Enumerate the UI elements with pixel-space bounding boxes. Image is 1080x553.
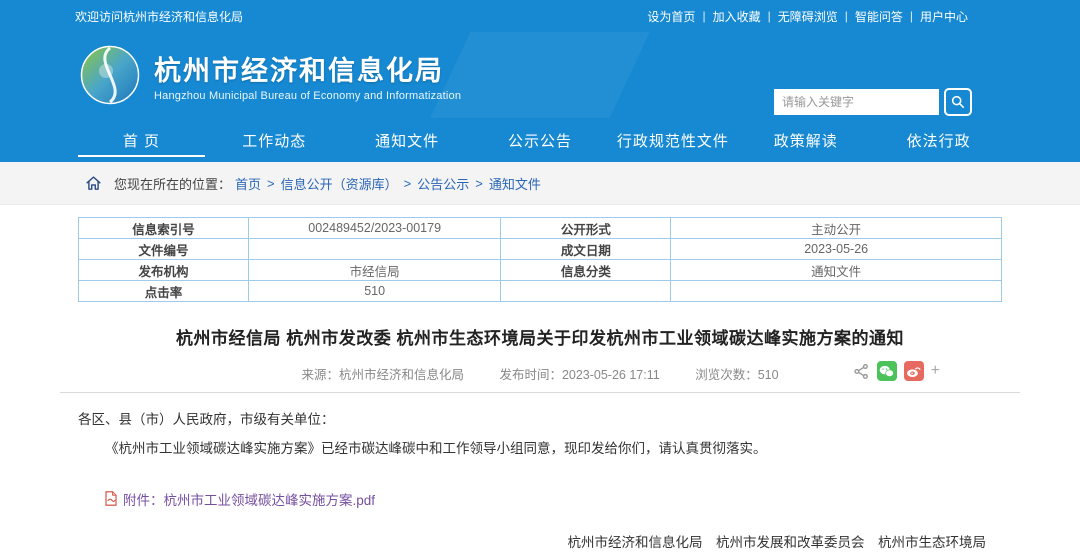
info-value: 市经信局 — [248, 260, 501, 281]
content: 信息索引号 002489452/2023-00179 公开形式 主动公开 文件编… — [0, 205, 1080, 553]
masthead: 杭州市经济和信息化局 Hangzhou Municipal Bureau of … — [0, 32, 1080, 118]
info-label: 文件编号 — [79, 239, 249, 260]
info-value — [671, 281, 1002, 302]
welcome-text: 欢迎访问杭州市经济和信息化局 — [75, 8, 243, 25]
breadcrumb-separator: > — [267, 176, 275, 191]
breadcrumb: 您现在所在的位置： 首页 > 信息公开（资源库） > 公告公示 > 通知文件 — [0, 162, 1080, 205]
document-info-table: 信息索引号 002489452/2023-00179 公开形式 主动公开 文件编… — [78, 217, 1002, 302]
wechat-share-icon[interactable] — [877, 361, 897, 381]
info-label: 点击率 — [79, 281, 249, 302]
search-icon — [950, 94, 966, 110]
article-views: 浏览次数：510 — [695, 368, 778, 382]
main-nav: 首 页 工作动态 通知文件 公示公告 行政规范性文件 政策解读 依法行政 — [0, 118, 1080, 162]
body-paragraph: 各区、县（市）人民政府，市级有关单位： — [78, 409, 1002, 432]
attachment-row: 附件：杭州市工业领域碳达峰实施方案.pdf — [104, 489, 1002, 509]
nav-item-notice-docs[interactable]: 通知文件 — [341, 118, 474, 162]
brand[interactable]: 杭州市经济和信息化局 Hangzhou Municipal Bureau of … — [80, 45, 461, 105]
body-paragraph: 《杭州市工业领域碳达峰实施方案》已经市碳达峰碳中和工作领导小组同意，现印发给你们… — [78, 438, 1002, 461]
topbar-link-smart-qa[interactable]: 智能问答 — [855, 8, 903, 25]
topbar-divider: | — [910, 9, 913, 23]
info-value: 通知文件 — [671, 260, 1002, 281]
info-label: 成文日期 — [501, 239, 671, 260]
breadcrumb-link-home[interactable]: 首页 — [235, 174, 261, 193]
page: 欢迎访问杭州市经济和信息化局 设为首页 | 加入收藏 | 无障碍浏览 | 智能问… — [0, 0, 1080, 553]
table-row: 点击率 510 — [79, 281, 1002, 302]
info-value: 002489452/2023-00179 — [248, 218, 501, 239]
topbar-link-accessibility[interactable]: 无障碍浏览 — [778, 8, 838, 25]
share-icon[interactable] — [853, 363, 870, 380]
topbar-link-user-center[interactable]: 用户中心 — [920, 8, 968, 25]
pdf-icon — [104, 491, 118, 506]
table-row: 文件编号 成文日期 2023-05-26 — [79, 239, 1002, 260]
nav-item-regulatory-docs[interactable]: 行政规范性文件 — [606, 118, 739, 162]
breadcrumb-link-info-disclosure[interactable]: 信息公开（资源库） — [281, 174, 398, 193]
topbar-link-add-favorite[interactable]: 加入收藏 — [713, 8, 761, 25]
topbar-links: 设为首页 | 加入收藏 | 无障碍浏览 | 智能问答 | 用户中心 — [647, 8, 968, 25]
nav-item-policy-interpretation[interactable]: 政策解读 — [739, 118, 872, 162]
info-value: 主动公开 — [671, 218, 1002, 239]
article-source: 来源：杭州市经济和信息化局 — [301, 368, 464, 382]
article-body: 各区、县（市）人民政府，市级有关单位： 《杭州市工业领域碳达峰实施方案》已经市碳… — [78, 409, 1002, 461]
info-value — [248, 239, 501, 260]
topbar-divider: | — [702, 9, 705, 23]
table-row: 发布机构 市经信局 信息分类 通知文件 — [79, 260, 1002, 281]
info-label — [501, 281, 671, 302]
breadcrumb-link-announcements[interactable]: 公告公示 — [417, 174, 469, 193]
meta-divider — [60, 392, 1020, 393]
nav-item-public-announcements[interactable]: 公示公告 — [474, 118, 607, 162]
search-button[interactable] — [944, 88, 972, 116]
info-value: 510 — [248, 281, 501, 302]
brand-text: 杭州市经济和信息化局 Hangzhou Municipal Bureau of … — [154, 49, 461, 102]
article-meta: 来源：杭州市经济和信息化局 发布时间：2023-05-26 17:11 浏览次数… — [78, 364, 1002, 383]
attachment-link[interactable]: 附件：杭州市工业领域碳达峰实施方案.pdf — [123, 489, 375, 509]
breadcrumb-prefix: 您现在所在的位置： — [114, 174, 231, 193]
breadcrumb-separator: > — [404, 176, 412, 191]
info-label: 发布机构 — [79, 260, 249, 281]
topbar-divider: | — [845, 9, 848, 23]
table-row: 信息索引号 002489452/2023-00179 公开形式 主动公开 — [79, 218, 1002, 239]
site-name-english: Hangzhou Municipal Bureau of Economy and… — [154, 90, 461, 102]
nav-item-law-administration[interactable]: 依法行政 — [872, 118, 1005, 162]
breadcrumb-separator: > — [475, 176, 483, 191]
nav-item-home[interactable]: 首 页 — [75, 118, 208, 162]
site-search — [774, 88, 972, 116]
share-toolbar: + — [853, 361, 940, 381]
nav-item-work-news[interactable]: 工作动态 — [208, 118, 341, 162]
info-label: 信息索引号 — [79, 218, 249, 239]
article-publish-time: 发布时间：2023-05-26 17:11 — [499, 368, 659, 382]
breadcrumb-link-notice-docs[interactable]: 通知文件 — [489, 174, 541, 193]
home-icon — [85, 175, 102, 192]
bureau-logo-icon — [80, 45, 140, 105]
issuing-agencies: 杭州市经济和信息化局 杭州市发展和改革委员会 杭州市生态环境局 — [78, 531, 1002, 551]
info-label: 信息分类 — [501, 260, 671, 281]
info-label: 公开形式 — [501, 218, 671, 239]
weibo-share-icon[interactable] — [904, 361, 924, 381]
info-value: 2023-05-26 — [671, 239, 1002, 260]
search-input[interactable] — [774, 89, 939, 115]
share-more-button[interactable]: + — [931, 362, 940, 380]
topbar-link-set-homepage[interactable]: 设为首页 — [647, 8, 695, 25]
site-name: 杭州市经济和信息化局 — [154, 49, 461, 88]
topbar: 欢迎访问杭州市经济和信息化局 设为首页 | 加入收藏 | 无障碍浏览 | 智能问… — [0, 0, 1080, 32]
article-title: 杭州市经信局 杭州市发改委 杭州市生态环境局关于印发杭州市工业领域碳达峰实施方案… — [78, 324, 1002, 349]
topbar-divider: | — [768, 9, 771, 23]
